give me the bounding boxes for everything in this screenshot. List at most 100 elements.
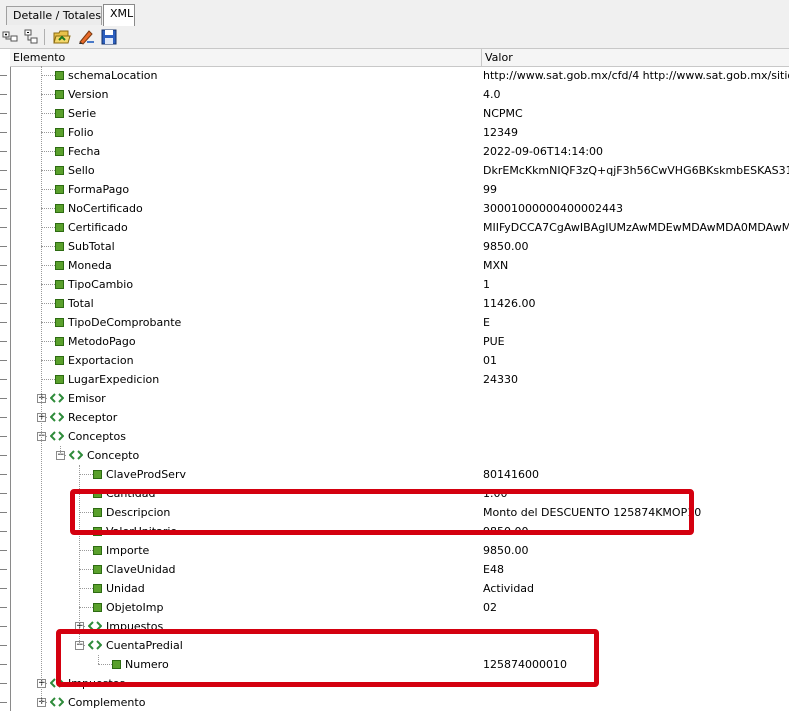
table-row[interactable]: − Concepto	[11, 446, 789, 465]
table-row[interactable]: − Conceptos	[11, 427, 789, 446]
expand-all-icon[interactable]	[2, 28, 20, 46]
tree-guide-line	[60, 446, 61, 455]
margin-tick	[0, 607, 7, 608]
table-row[interactable]: Exportacion 01	[11, 351, 789, 370]
row-value-cell: 11426.00	[483, 297, 536, 310]
xml-attribute-icon	[93, 470, 102, 479]
table-row[interactable]: TipoCambio 1	[11, 275, 789, 294]
row-element-label: Receptor	[68, 411, 118, 424]
table-row[interactable]: Version 4.0	[11, 85, 789, 104]
margin-tick	[0, 474, 7, 475]
xml-tree-grid[interactable]: schemaLocation http://www.sat.gob.mx/cfd/…	[11, 66, 789, 711]
margin-tick	[0, 322, 7, 323]
table-row[interactable]: + Emisor	[11, 389, 789, 408]
row-element-label: LugarExpedicion	[68, 373, 160, 386]
xml-node-icon	[69, 450, 83, 460]
margin-tick	[0, 702, 7, 703]
table-row[interactable]: ObjetoImp 02	[11, 598, 789, 617]
table-row[interactable]: MetodoPago PUE	[11, 332, 789, 351]
row-value-cell: 12349	[483, 126, 518, 139]
xml-node-icon	[50, 431, 64, 441]
table-row[interactable]: schemaLocation http://www.sat.gob.mx/cfd/…	[11, 66, 789, 85]
tree-connector	[41, 341, 55, 342]
table-row[interactable]: ClaveProdServ 80141600	[11, 465, 789, 484]
tree-connector	[41, 246, 55, 247]
margin-tick	[0, 227, 7, 228]
tab-detalle-totales[interactable]: Detalle / Totales	[6, 6, 102, 25]
tab-xml[interactable]: XML	[103, 4, 135, 27]
row-value-cell: DkrEMcKkmNIQF3zQ+qjF3h56CwVHG6BKskmbESKA…	[483, 164, 789, 177]
margin-tick	[0, 588, 7, 589]
xml-attribute-icon	[55, 299, 64, 308]
tree-connector	[41, 227, 55, 228]
row-value-cell: 9850.00	[483, 240, 529, 253]
tree-connector	[41, 303, 55, 304]
row-element-label: Complemento	[68, 696, 146, 709]
open-folder-icon[interactable]	[53, 28, 71, 46]
column-header-valor[interactable]: Valor	[482, 49, 789, 66]
row-margin	[0, 49, 11, 711]
margin-tick	[0, 550, 7, 551]
row-value-cell: 01	[483, 354, 497, 367]
tree-guide-line	[41, 66, 42, 702]
margin-tick	[0, 208, 7, 209]
margin-tick	[0, 683, 7, 684]
row-element-label: ObjetoImp	[106, 601, 164, 614]
row-value-cell: 2022-09-06T14:14:00	[483, 145, 604, 158]
row-value-cell: MXN	[483, 259, 509, 272]
tree-connector	[41, 94, 55, 95]
xml-attribute-icon	[93, 603, 102, 612]
row-value-cell: NCPMC	[483, 107, 523, 120]
table-row[interactable]: NoCertificado 30001000000400002443	[11, 199, 789, 218]
tree-connector	[41, 189, 55, 190]
row-value-cell: 4.0	[483, 88, 501, 101]
table-row[interactable]: Certificado MIIFyDCCA7CgAwIBAgIUMzAwMDEwM…	[11, 218, 789, 237]
tree-connector	[41, 113, 55, 114]
table-row[interactable]: Sello DkrEMcKkmNIQF3zQ+qjF3h56CwVHG6BKskm…	[11, 161, 789, 180]
row-element-label: Importe	[106, 544, 150, 557]
margin-tick	[0, 151, 7, 152]
table-row[interactable]: + Complemento	[11, 693, 789, 711]
row-element-label: Unidad	[106, 582, 145, 595]
row-element-label: ClaveProdServ	[106, 468, 186, 481]
table-row[interactable]: Moneda MXN	[11, 256, 789, 275]
margin-tick	[0, 398, 7, 399]
row-element-label: SubTotal	[68, 240, 115, 253]
margin-tick	[0, 360, 7, 361]
tree-connector	[79, 588, 93, 589]
xml-attribute-icon	[93, 565, 102, 574]
save-icon[interactable]	[100, 28, 118, 46]
tab-bar: Detalle / Totales XML	[0, 0, 789, 27]
tree-connector	[41, 322, 55, 323]
tree-connector	[41, 360, 55, 361]
table-row[interactable]: ClaveUnidad E48	[11, 560, 789, 579]
table-row[interactable]: SubTotal 9850.00	[11, 237, 789, 256]
row-element-label: Folio	[68, 126, 94, 139]
row-element-label: Total	[68, 297, 94, 310]
table-row[interactable]: FormaPago 99	[11, 180, 789, 199]
margin-tick	[0, 512, 7, 513]
table-row[interactable]: Folio 12349	[11, 123, 789, 142]
row-element-label: Exportacion	[68, 354, 134, 367]
tree-connector	[41, 265, 55, 266]
table-row[interactable]: + Receptor	[11, 408, 789, 427]
row-element-label: Emisor	[68, 392, 106, 405]
row-value-cell: E	[483, 316, 490, 329]
edit-icon[interactable]	[77, 28, 95, 46]
margin-tick	[0, 455, 7, 456]
collapse-all-icon[interactable]	[22, 28, 40, 46]
table-row[interactable]: Importe 9850.00	[11, 541, 789, 560]
row-element-label: Version	[68, 88, 109, 101]
row-value-cell	[483, 427, 789, 446]
table-row[interactable]: Unidad Actividad	[11, 579, 789, 598]
column-header-elemento[interactable]: Elemento	[10, 49, 482, 66]
row-element-label: TipoDeComprobante	[68, 316, 182, 329]
row-element-label: Conceptos	[68, 430, 126, 443]
table-row[interactable]: Fecha 2022-09-06T14:14:00	[11, 142, 789, 161]
table-row[interactable]: Serie NCPMC	[11, 104, 789, 123]
table-row[interactable]: LugarExpedicion 24330	[11, 370, 789, 389]
table-row[interactable]: Total 11426.00	[11, 294, 789, 313]
table-row[interactable]: TipoDeComprobante E	[11, 313, 789, 332]
row-value-cell: 1	[483, 278, 490, 291]
xml-attribute-icon	[55, 204, 64, 213]
